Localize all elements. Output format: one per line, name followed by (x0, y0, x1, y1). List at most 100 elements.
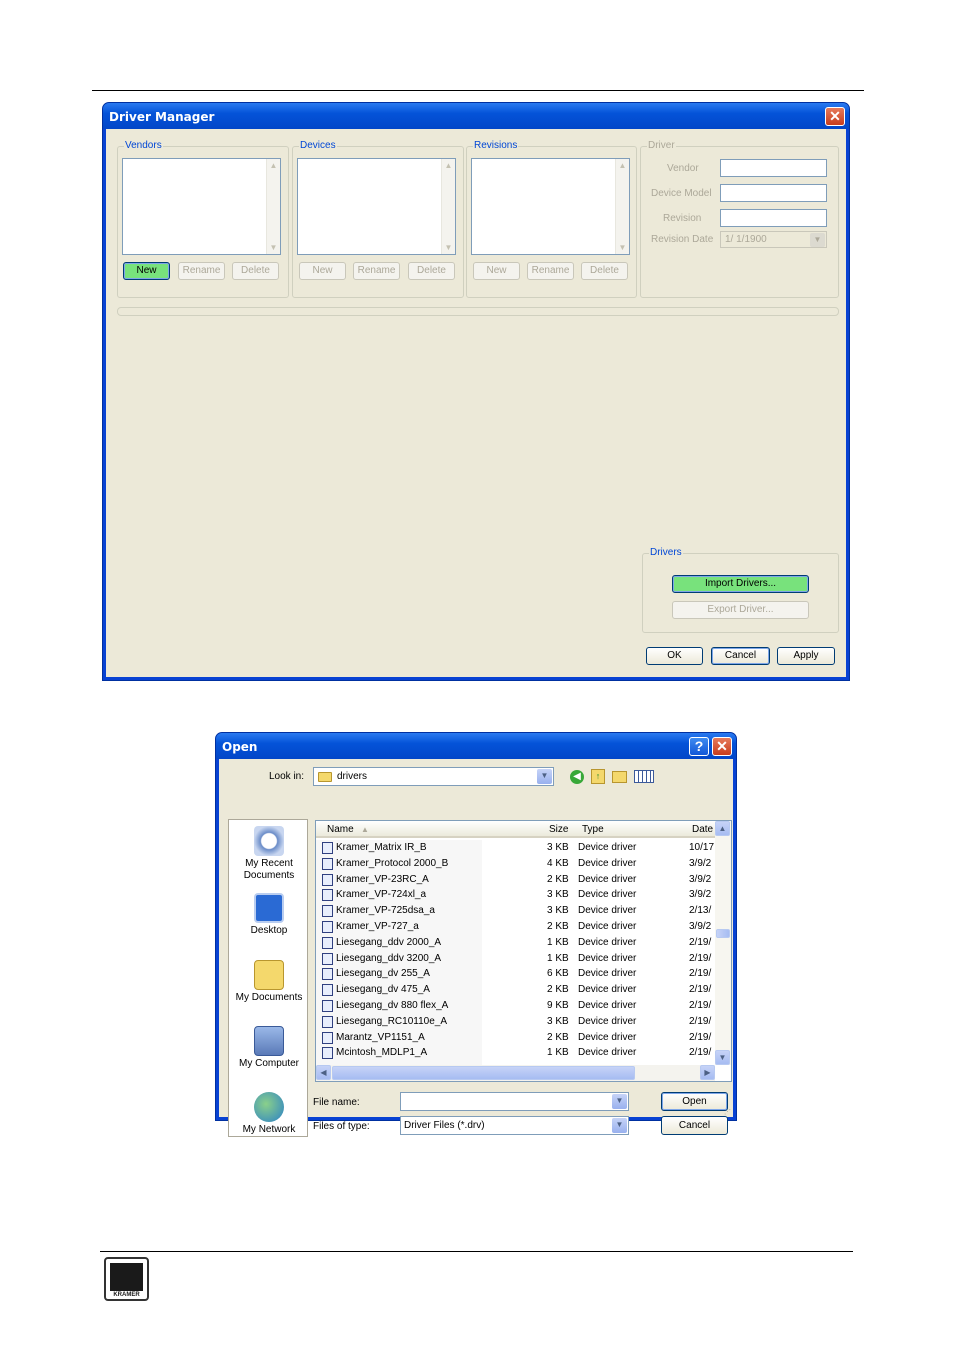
devices-new-button[interactable]: New (299, 262, 346, 280)
import-drivers-button[interactable]: Import Drivers... (672, 575, 809, 593)
driver-file-icon (322, 889, 333, 902)
chevron-down-icon[interactable]: ▼ (612, 1094, 627, 1109)
folder-icon (318, 772, 332, 782)
files-of-type-dropdown[interactable]: Driver Files (*.drv) ▼ (400, 1116, 629, 1135)
file-name: Liesegang_RC10110e_A (336, 1015, 448, 1027)
close-button[interactable]: ✕ (825, 107, 845, 126)
footer-rule (100, 1251, 853, 1252)
place-my-documents[interactable]: My Documents (229, 960, 309, 1003)
close-button[interactable]: ✕ (712, 737, 732, 756)
file-row[interactable]: Liesegang_ddv 3200_A 1 KB Device driver 2/1… (316, 951, 716, 967)
look-in-dropdown[interactable]: drivers ▼ (313, 767, 554, 786)
file-row[interactable]: Marantz_VP1151_A 2 KB Device driver 2/19/ (316, 1030, 716, 1046)
scroll-thumb[interactable] (716, 929, 730, 938)
file-type: Device driver (578, 968, 637, 980)
vendors-new-button[interactable]: New (123, 262, 170, 280)
apply-button[interactable]: Apply (777, 647, 835, 665)
chevron-down-icon[interactable]: ▼ (612, 1118, 627, 1133)
revision-date-value: 1/ 1/1900 (725, 234, 767, 245)
place-label: My Network (242, 1124, 296, 1135)
revisions-label: Revisions (473, 140, 519, 151)
column-type[interactable]: Type (582, 824, 604, 835)
revision-field[interactable] (720, 209, 827, 227)
scroll-right-icon[interactable]: ▶ (700, 1065, 715, 1080)
file-row[interactable]: Kramer_Protocol 2000_B 4 KB Device driver 3… (316, 856, 716, 872)
file-row[interactable]: Liesegang_dv 880 flex_A 9 KB Device driver… (316, 998, 716, 1014)
vertical-scrollbar[interactable]: ▲ ▼ (715, 821, 731, 1065)
file-date: 2/19/ (689, 1015, 712, 1027)
devices-list[interactable]: ▲ ▼ (297, 158, 456, 255)
header-rule (92, 90, 864, 91)
chevron-down-icon[interactable]: ▼ (810, 233, 825, 247)
file-row[interactable]: Liesegang_dv 475_A 2 KB Device driver 2/19/ (316, 982, 716, 998)
back-icon[interactable]: ◀ (570, 770, 584, 784)
vendors-label: Vendors (124, 140, 163, 151)
file-size: 2 KB (547, 984, 569, 996)
scroll-down-icon[interactable]: ▼ (715, 1050, 730, 1065)
file-row[interactable]: Kramer_VP-23RC_A 2 KB Device driver 3/9/2 (316, 872, 716, 888)
up-folder-icon[interactable]: ↑ (591, 769, 605, 784)
vendors-rename-button[interactable]: Rename (178, 262, 225, 280)
file-name-field[interactable]: ▼ (400, 1092, 629, 1111)
file-name: Kramer_Protocol 2000_B (336, 857, 449, 869)
file-date: 2/19/ (689, 936, 712, 948)
help-button[interactable]: ? (689, 737, 709, 756)
column-date[interactable]: Date (692, 824, 713, 835)
device-model-field[interactable] (720, 184, 827, 202)
look-in-value: drivers (337, 771, 368, 782)
column-name[interactable]: Name (327, 824, 354, 835)
vendors-delete-button[interactable]: Delete (232, 262, 279, 280)
cancel-button[interactable]: Cancel (711, 647, 770, 665)
file-size: 1 KB (547, 952, 569, 964)
file-name: Kramer_VP-23RC_A (336, 873, 429, 885)
file-name: Liesegang_ddv 3200_A (336, 952, 442, 964)
driver-file-icon (322, 873, 333, 886)
file-row[interactable]: Kramer_VP-725dsa_a 3 KB Device driver 2/13/ (316, 903, 716, 919)
revisions-new-button[interactable]: New (473, 262, 520, 280)
revisions-delete-button[interactable]: Delete (581, 262, 628, 280)
new-folder-icon[interactable] (612, 771, 627, 783)
file-type: Device driver (578, 873, 637, 885)
place-my-network[interactable]: My Network (229, 1092, 309, 1135)
place-desktop[interactable]: Desktop (229, 893, 309, 936)
horizontal-scrollbar[interactable]: ◀ ▶ (316, 1065, 715, 1081)
file-size: 3 KB (547, 1015, 569, 1027)
place-my-recent-documents[interactable]: My Recent Documents (229, 826, 309, 882)
devices-delete-button[interactable]: Delete (408, 262, 455, 280)
file-row[interactable]: Mcintosh_MDLP1_A 1 KB Device driver 2/19/ (316, 1045, 716, 1061)
ok-button[interactable]: OK (646, 647, 703, 665)
chevron-down-icon[interactable]: ▼ (537, 769, 552, 784)
devices-rename-button[interactable]: Rename (353, 262, 400, 280)
file-row[interactable]: Liesegang_dv 255_A 6 KB Device driver 2/19/ (316, 966, 716, 982)
file-row[interactable]: Kramer_VP-727_a 2 KB Device driver 3/9/2 (316, 919, 716, 935)
revisions-rename-button[interactable]: Rename (527, 262, 574, 280)
scroll-left-icon[interactable]: ◀ (316, 1065, 331, 1080)
export-driver-button[interactable]: Export Driver... (672, 601, 809, 619)
documents-folder-icon (254, 960, 284, 990)
file-list-header: Name ▲ Size Type Date (316, 821, 715, 838)
open-button[interactable]: Open (661, 1092, 728, 1111)
separator-bar (117, 307, 839, 316)
vendors-list[interactable]: ▲ ▼ (122, 158, 281, 255)
column-size[interactable]: Size (549, 824, 568, 835)
place-my-computer[interactable]: My Computer (229, 1026, 309, 1069)
revisions-list[interactable]: ▲ ▼ (471, 158, 630, 255)
scrollbar[interactable]: ▲ ▼ (266, 159, 280, 254)
file-list[interactable]: Name ▲ Size Type Date Kramer_Matrix IR_B… (315, 820, 732, 1082)
scrollbar[interactable]: ▲ ▼ (441, 159, 455, 254)
place-label: My Computer (238, 1058, 299, 1069)
file-row[interactable]: Liesegang_RC10110e_A 3 KB Device driver 2/1… (316, 1014, 716, 1030)
revision-date-picker[interactable]: 1/ 1/1900 ▼ (720, 231, 827, 248)
file-row[interactable]: Kramer_Matrix IR_B 3 KB Device driver 10/17 (316, 840, 716, 856)
vendor-field[interactable] (720, 159, 827, 177)
driver-file-icon (322, 1031, 333, 1044)
file-row[interactable]: Liesegang_ddv 2000_A 1 KB Device driver 2/1… (316, 935, 716, 951)
cancel-button[interactable]: Cancel (661, 1116, 728, 1135)
file-date: 2/19/ (689, 968, 712, 980)
resize-grip-icon[interactable]: ⋰ (724, 1108, 731, 1116)
file-row[interactable]: Kramer_VP-724xl_a 3 KB Device driver 3/9/2 (316, 887, 716, 903)
scroll-thumb[interactable] (332, 1066, 635, 1080)
scroll-up-icon[interactable]: ▲ (715, 821, 730, 836)
views-icon[interactable] (634, 770, 654, 783)
scrollbar[interactable]: ▲ ▼ (615, 159, 629, 254)
